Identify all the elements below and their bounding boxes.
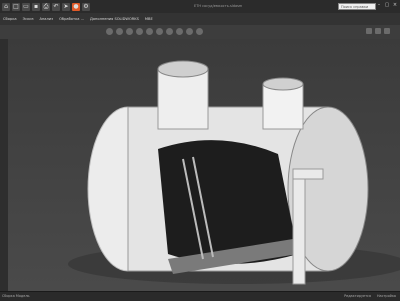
maximize-icon[interactable]: ▢ [384, 2, 390, 8]
print-icon[interactable]: ⎙ [42, 2, 50, 11]
window-title: ЕТН сосуд/емкость.sldasm [194, 4, 243, 8]
search-input[interactable]: Поиск справки [338, 3, 376, 10]
tab-mbd[interactable]: МВЕ [144, 13, 154, 25]
previous-view-icon[interactable] [126, 28, 133, 35]
undo-icon[interactable]: ↶ [52, 2, 60, 11]
tab-assembly[interactable]: Сборка [2, 13, 18, 25]
hide-show-icon[interactable] [166, 28, 173, 35]
edit-appearance-icon[interactable] [176, 28, 183, 35]
close-icon[interactable]: × [392, 2, 398, 8]
heads-up-toolbar [0, 25, 400, 39]
panel-icon[interactable] [384, 28, 390, 34]
view-orientation-icon[interactable] [146, 28, 153, 35]
section-view-icon[interactable] [136, 28, 143, 35]
title-bar: ⌂ □ ▭ ▪ ⎙ ↶ ➤ ● ⚙ ЕТН сосуд/емкость.slda… [0, 0, 400, 13]
tab-analysis[interactable]: Анализ [39, 13, 55, 25]
home-icon[interactable]: ⌂ [2, 2, 10, 11]
new-icon[interactable]: □ [12, 2, 20, 11]
scene-icon[interactable] [186, 28, 193, 35]
select-icon[interactable]: ➤ [62, 2, 70, 11]
graphics-viewport[interactable] [8, 39, 400, 291]
tank-model [68, 60, 400, 285]
open-icon[interactable]: ▭ [22, 2, 30, 11]
window-controls: – ▢ × [376, 2, 398, 8]
view-settings-icon[interactable] [196, 28, 203, 35]
zoom-fit-icon[interactable] [106, 28, 113, 35]
minimize-icon[interactable]: – [376, 2, 382, 8]
panel-icon[interactable] [375, 28, 381, 34]
display-style-icon[interactable] [156, 28, 163, 35]
rebuild-icon[interactable]: ● [72, 2, 80, 11]
save-icon[interactable]: ▪ [32, 2, 40, 11]
tab-addins[interactable]: Дополнения SOLIDWORKS [89, 13, 140, 25]
status-editing: Редактируется [344, 294, 371, 298]
quick-access-toolbar: ⌂ □ ▭ ▪ ⎙ ↶ ➤ ● ⚙ [2, 2, 90, 11]
model-tab[interactable]: Сборка Модель [2, 294, 29, 298]
options-icon[interactable]: ⚙ [82, 2, 90, 11]
tab-sketch[interactable]: Эскиз [22, 13, 35, 25]
status-setting[interactable]: Настройка [377, 294, 396, 298]
zoom-area-icon[interactable] [116, 28, 123, 35]
tab-processing[interactable]: Обработка ... [58, 13, 85, 25]
panel-icon[interactable] [366, 28, 372, 34]
